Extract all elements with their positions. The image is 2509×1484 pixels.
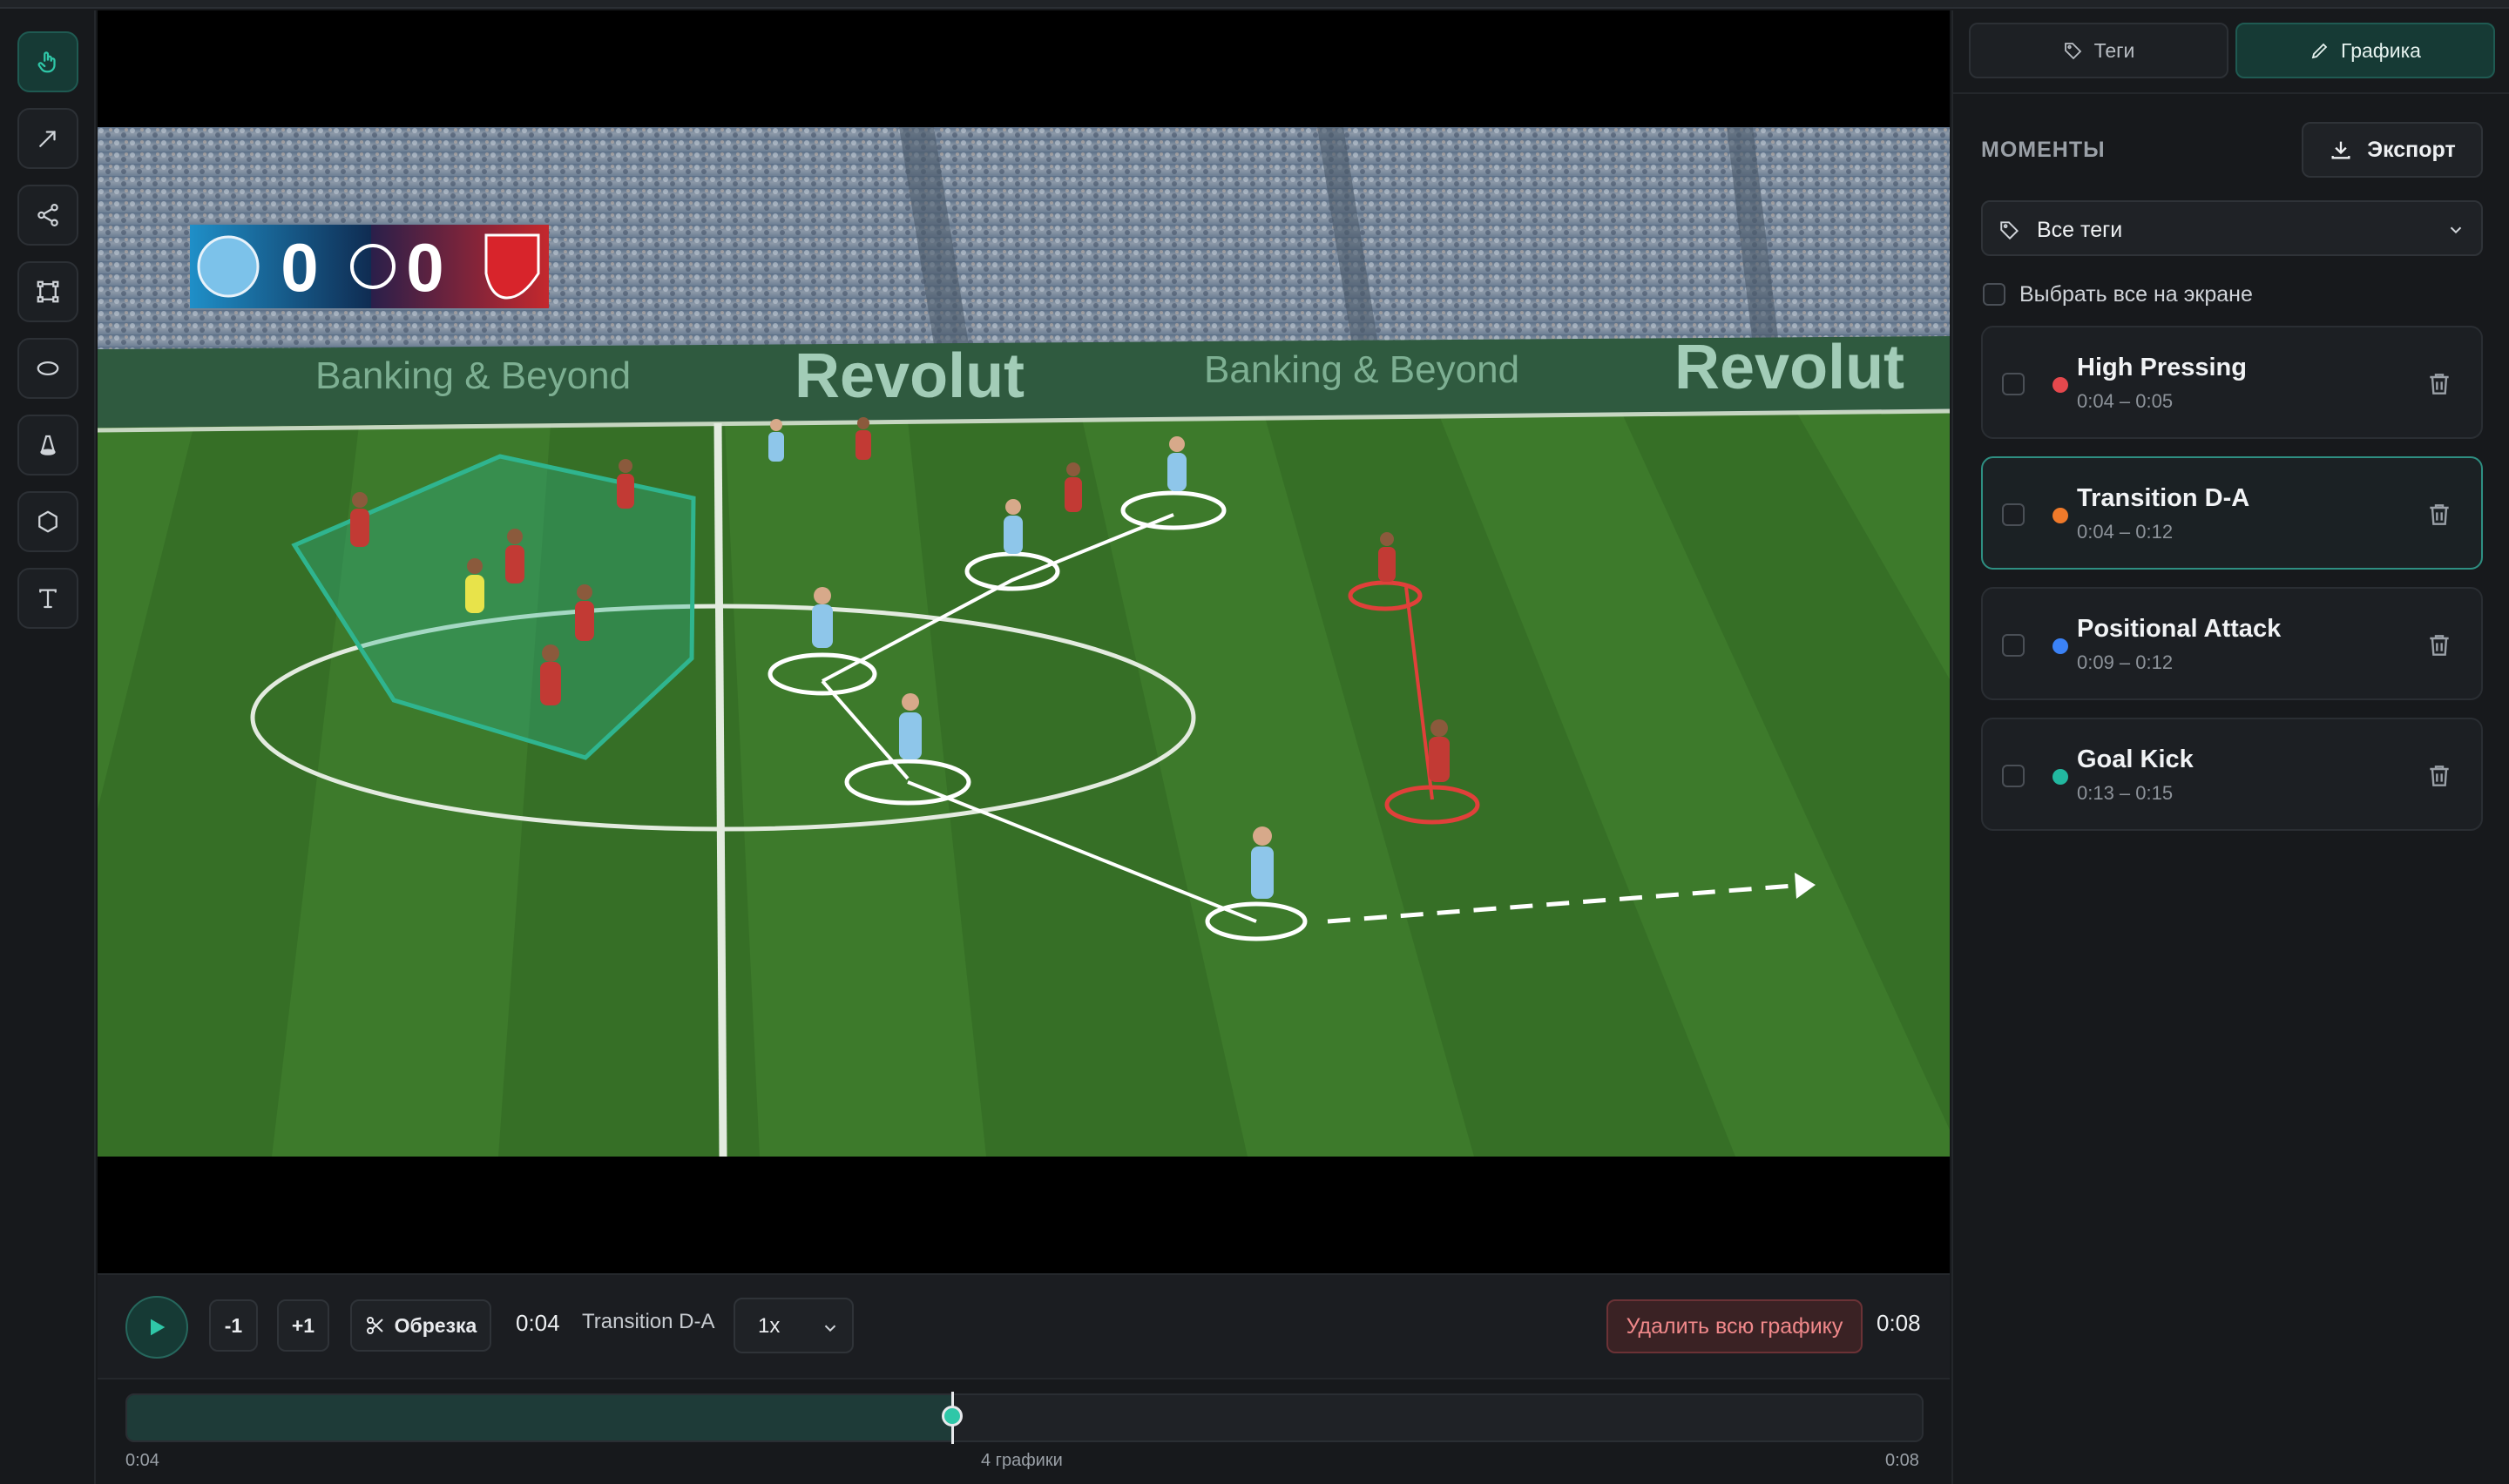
tab-tags-label: Теги	[2093, 38, 2135, 62]
board-tagline-1: Banking & Beyond	[315, 354, 631, 397]
hand-tool-button[interactable]	[17, 31, 78, 92]
step-back-button[interactable]: -1	[209, 1299, 258, 1352]
play-icon	[151, 1319, 166, 1336]
top-bar	[0, 0, 2509, 9]
moment-color-dot	[2053, 377, 2068, 393]
side-panel: Теги Графика МОМЕНТЫ Экспорт Все теги Вы…	[1951, 10, 2509, 1484]
moment-card[interactable]: Transition D-A 0:04 – 0:12	[1981, 456, 2483, 570]
moment-card[interactable]: Positional Attack 0:09 – 0:12	[1981, 587, 2483, 700]
chevron-down-icon	[2450, 226, 2462, 234]
home-crest-icon	[197, 235, 260, 298]
moment-time-range: 0:04 – 0:05	[2077, 390, 2174, 412]
moment-time-range: 0:13 – 0:15	[2077, 782, 2174, 804]
moment-checkbox[interactable]	[2002, 765, 2025, 787]
step-forward-button[interactable]: +1	[277, 1299, 329, 1352]
moment-color-dot	[2053, 508, 2068, 523]
tag-icon	[2064, 43, 2081, 60]
moment-checkbox[interactable]	[2002, 373, 2025, 395]
timeline-end: 0:08	[1885, 1451, 1919, 1470]
timeline: 0:04 4 графики 0:08	[98, 1379, 1950, 1484]
tag-filter-select[interactable]: Все теги	[1981, 200, 2483, 256]
trash-icon[interactable]	[2425, 500, 2453, 530]
timeline-track[interactable]	[125, 1393, 1924, 1442]
trim-label: Обрезка	[394, 1313, 477, 1337]
select-all-row[interactable]: Выбрать все на экране	[1983, 277, 2253, 312]
drawing-toolbar	[0, 10, 96, 1484]
moment-name: High Pressing	[2077, 354, 2247, 381]
moment-name: Positional Attack	[2077, 615, 2282, 643]
connect-tool-button[interactable]	[17, 185, 78, 246]
scissors-icon	[366, 1317, 383, 1334]
moment-checkbox[interactable]	[2002, 634, 2025, 657]
trash-icon[interactable]	[2425, 631, 2453, 660]
text-tool-button[interactable]	[17, 568, 78, 629]
hand-pointer-icon	[37, 51, 56, 73]
export-button[interactable]: Экспорт	[2302, 122, 2483, 178]
moment-card[interactable]: Goal Kick 0:13 – 0:15	[1981, 718, 2483, 831]
video-player[interactable]: Banking & Beyond Revolut Banking & Beyon…	[98, 10, 1950, 1273]
moment-name: Goal Kick	[2077, 745, 2194, 773]
speed-value: 1x	[758, 1314, 781, 1338]
tab-tags[interactable]: Теги	[1969, 23, 2228, 78]
board-tagline-2: Banking & Beyond	[1204, 348, 1519, 391]
bounding-box-icon	[37, 280, 59, 303]
select-all-label: Выбрать все на экране	[2019, 281, 2253, 307]
ellipse-tool-button[interactable]	[17, 338, 78, 399]
app-root: Banking & Beyond Revolut Banking & Beyon…	[0, 0, 2509, 1484]
current-moment-name: Transition D-A	[582, 1310, 715, 1333]
pencil-icon	[2311, 43, 2328, 59]
tag-filter-value: Все теги	[2037, 218, 2123, 242]
end-time: 0:08	[1877, 1310, 1921, 1336]
rect-tool-button[interactable]	[17, 261, 78, 322]
moment-color-dot	[2053, 769, 2068, 785]
player-controls: -1 +1 Обрезка 0:04 Transition D-A 1x Уда…	[98, 1273, 1950, 1379]
board-sponsor-1: Revolut	[795, 341, 1025, 411]
moment-time-range: 0:04 – 0:12	[2077, 521, 2174, 543]
moment-color-dot	[2053, 638, 2068, 654]
arrow-icon	[39, 131, 56, 147]
hexagon-icon	[38, 510, 57, 533]
play-button[interactable]	[125, 1296, 188, 1359]
video-frame[interactable]: Banking & Beyond Revolut Banking & Beyon…	[98, 127, 1950, 1157]
polygon-tool-button[interactable]	[17, 491, 78, 552]
tag-icon	[2000, 221, 2019, 240]
trash-icon[interactable]	[2425, 369, 2453, 399]
graphics-count: 4 графики	[981, 1451, 1063, 1470]
share-nodes-icon	[37, 204, 58, 226]
spotlight-tool-button[interactable]	[17, 415, 78, 476]
delete-all-graphics-button[interactable]: Удалить всю графику	[1606, 1299, 1863, 1353]
export-label: Экспорт	[2367, 137, 2456, 162]
chevron-down-icon	[824, 1325, 836, 1332]
moment-time-range: 0:09 – 0:12	[2077, 651, 2174, 673]
tab-graphics[interactable]: Графика	[2235, 23, 2495, 78]
moment-name: Transition D-A	[2077, 484, 2250, 512]
moment-checkbox[interactable]	[2002, 503, 2025, 526]
timeline-progress	[127, 1395, 953, 1440]
download-icon	[2331, 141, 2350, 159]
moment-card[interactable]: High Pressing 0:04 – 0:05	[1981, 326, 2483, 439]
arrow-tool-button[interactable]	[17, 108, 78, 169]
moments-heading: МОМЕНТЫ	[1981, 138, 2106, 162]
speed-select[interactable]: 1x	[734, 1298, 854, 1353]
current-time: 0:04	[516, 1310, 560, 1336]
spotlight-cone-icon	[40, 435, 56, 455]
timeline-start: 0:04	[125, 1451, 159, 1470]
divider	[1953, 92, 2509, 94]
away-score: 0	[406, 229, 443, 306]
home-score: 0	[281, 229, 318, 306]
referee	[465, 558, 484, 613]
text-icon	[39, 589, 57, 609]
tab-graphics-label: Графика	[2341, 38, 2421, 62]
trim-button[interactable]: Обрезка	[350, 1299, 491, 1352]
board-sponsor-2: Revolut	[1674, 333, 1904, 402]
ellipse-icon	[37, 361, 59, 375]
scoreboard: 0 0	[190, 225, 549, 308]
select-all-checkbox[interactable]	[1983, 283, 2005, 306]
trash-icon[interactable]	[2425, 761, 2453, 791]
